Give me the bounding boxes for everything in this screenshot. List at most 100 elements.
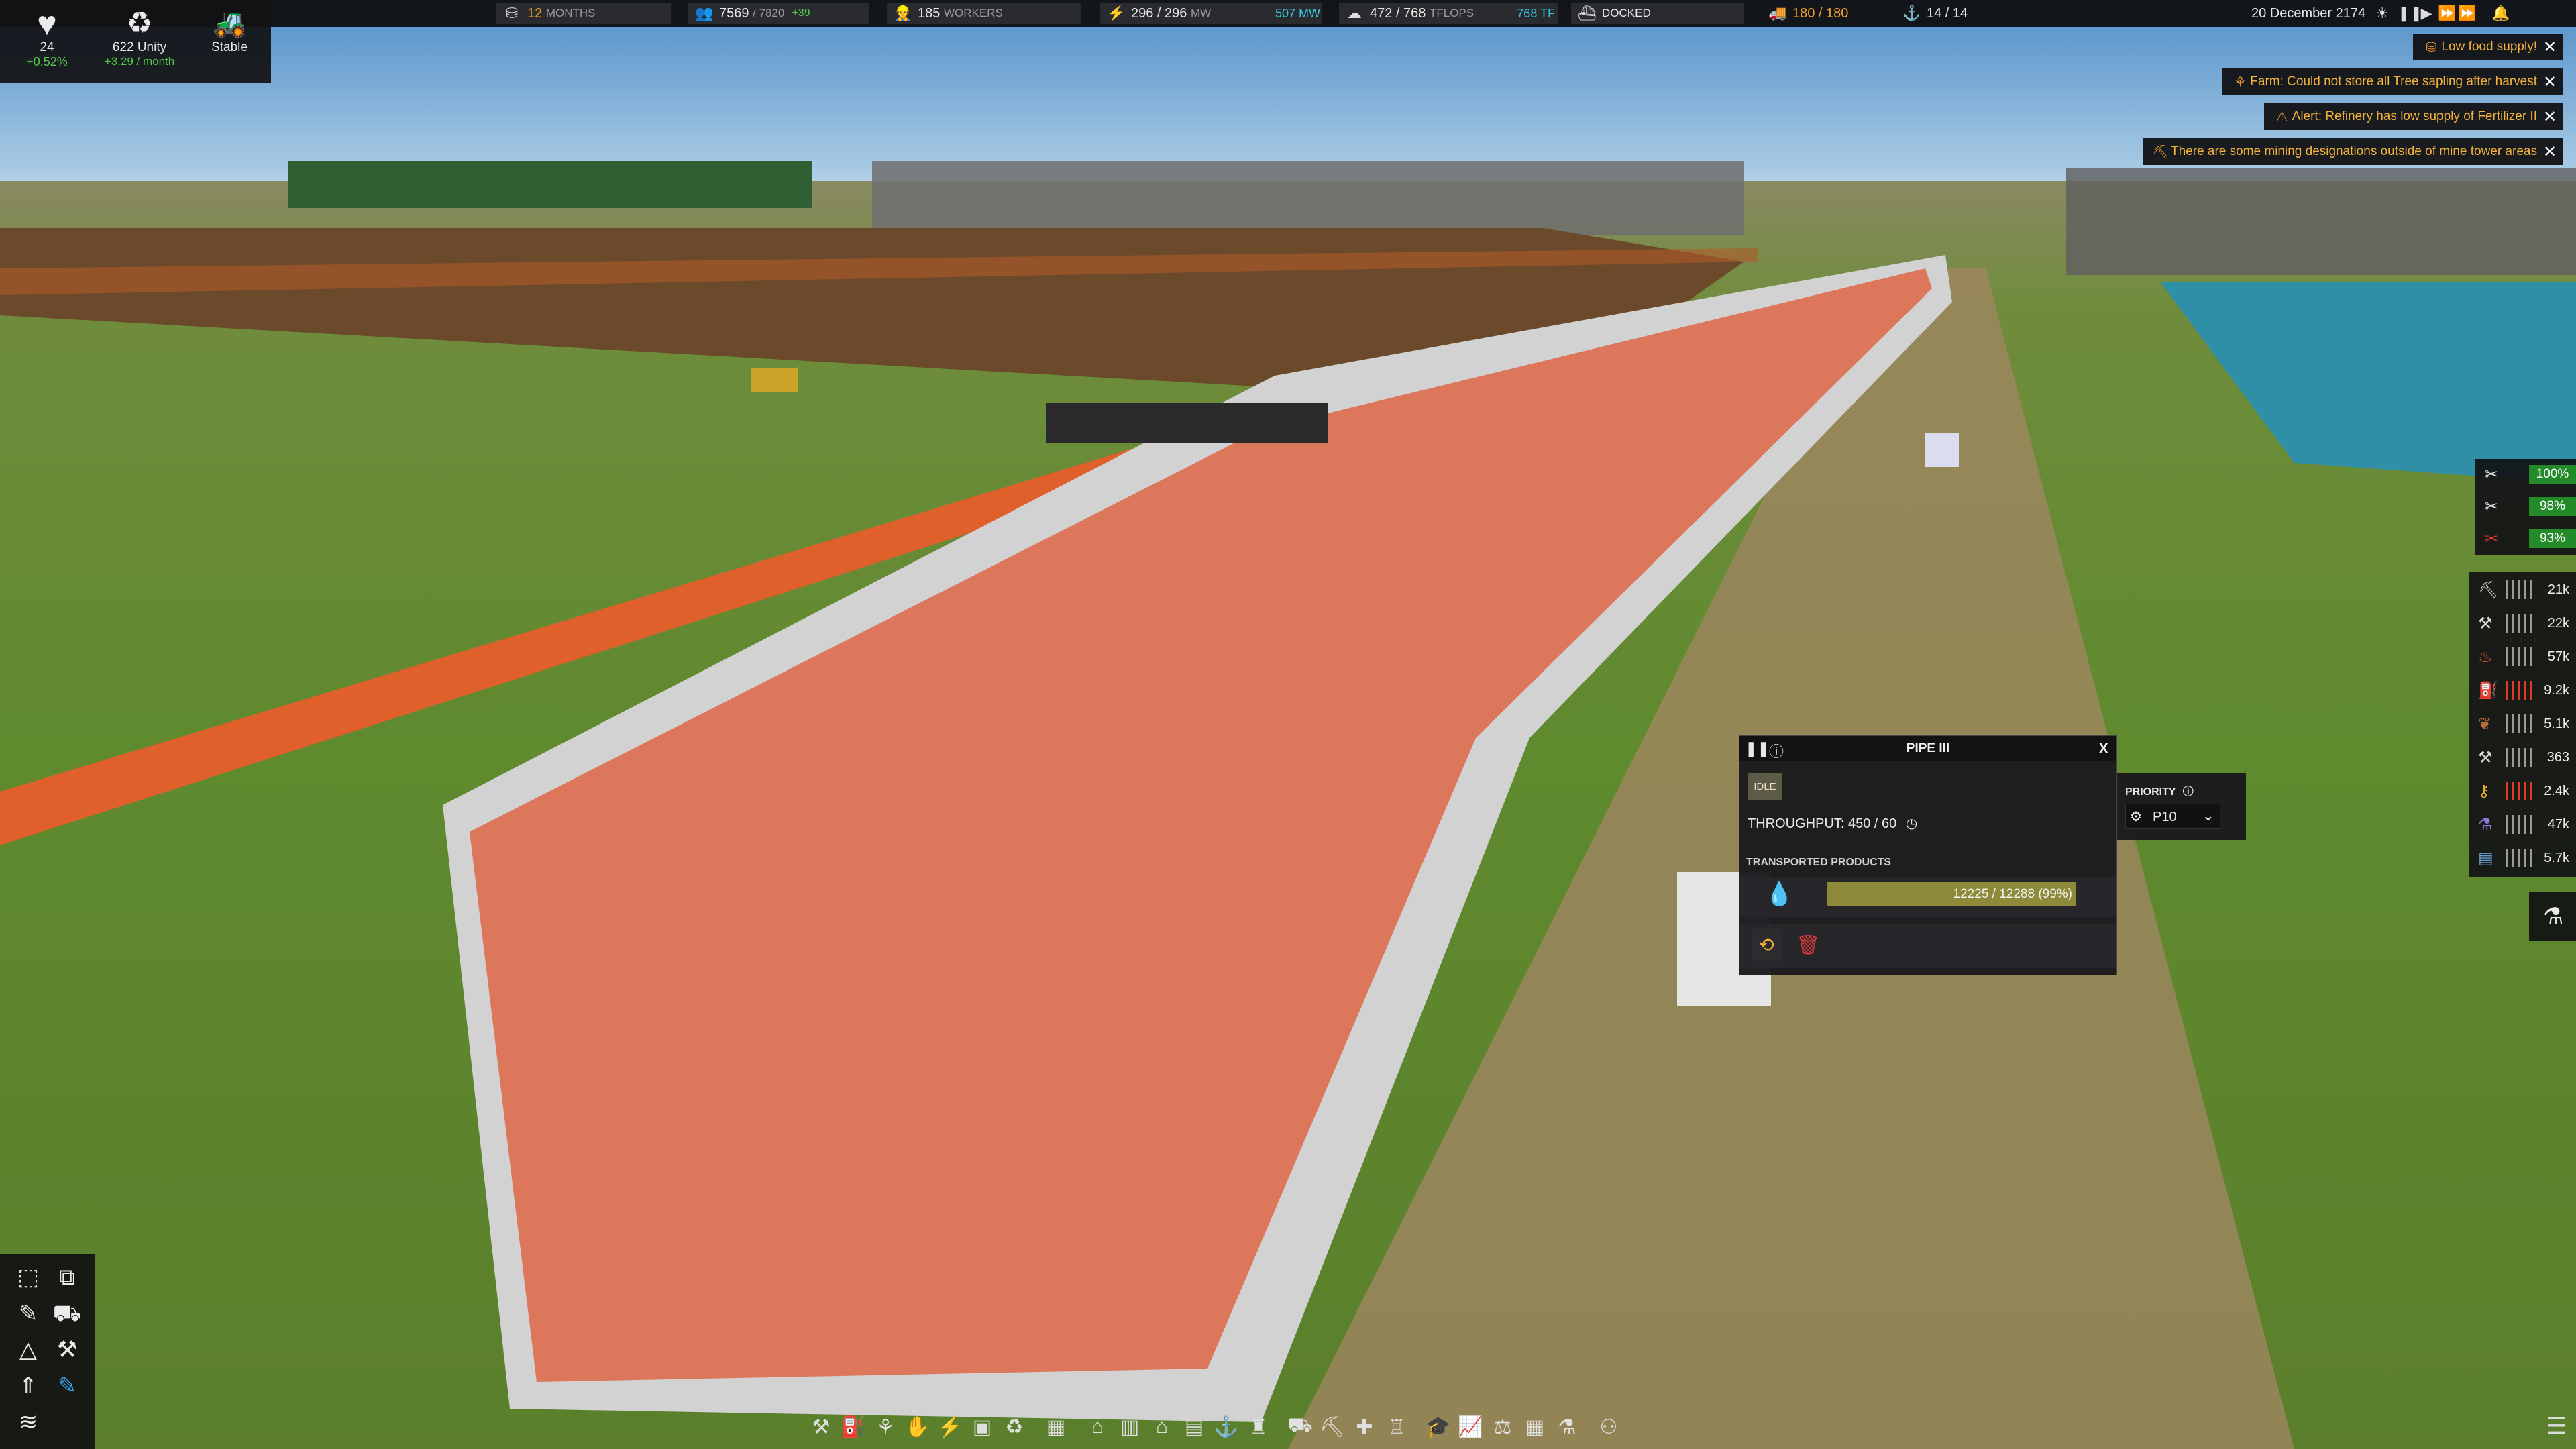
hammer-icon: ⚒	[2478, 748, 2493, 767]
tower-tool-icon[interactable]: ♖	[1381, 1415, 1413, 1439]
resource-row[interactable]: ⛽ 9.2k	[2469, 675, 2576, 706]
fuel-icon: ⛽	[2478, 681, 2498, 700]
resources-panel: ⛏ 21k ⚒ 22k ♨ 57k ⛽ 9.2k ❦ 5.1k ⚒ 363 ⚷ 2.4k ⚗ 4…	[2469, 572, 2576, 877]
stability-stat[interactable]: 🚜 Stable	[189, 7, 270, 55]
bell-icon[interactable]: 🔔	[2491, 5, 2510, 22]
gold-key-icon: ⚷	[2478, 782, 2490, 800]
calculator-icon[interactable]: ▦	[1519, 1415, 1551, 1439]
alert-text: There are some mining designations outsi…	[2170, 144, 2537, 158]
maintenance-value: 100%	[2529, 465, 2576, 484]
shapes-icon[interactable]: △	[9, 1332, 47, 1367]
copy-icon[interactable]: ⧉	[48, 1260, 86, 1295]
mining-tool-icon[interactable]: ⚒	[805, 1415, 837, 1439]
health-change: +0.52%	[26, 55, 68, 68]
power-tool-icon[interactable]: ⚡	[934, 1415, 966, 1439]
storage-tool-icon[interactable]: ▣	[966, 1415, 998, 1439]
maintenance-row[interactable]: ✂ 98%	[2475, 491, 2576, 522]
alert-farm[interactable]: ⚘ Farm: Could not store all Tree sapling…	[2222, 68, 2563, 95]
layers-icon[interactable]: ≋	[9, 1405, 47, 1440]
resource-row[interactable]: ⚷ 2.4k	[2469, 775, 2576, 806]
vehicle-tractor[interactable]	[751, 368, 798, 392]
lightning-icon: ⚡	[1107, 5, 1126, 21]
recycle-tool-icon[interactable]: ♻	[998, 1415, 1030, 1439]
close-icon[interactable]: ✕	[2537, 142, 2563, 162]
left-toolbar: ⬚ ⧉ ✎ ⛟ △ ⚒ ⇑ ✎ ≋	[0, 1254, 95, 1449]
resource-row[interactable]: ⚒ 22k	[2469, 608, 2576, 639]
stats-icon[interactable]: 📈	[1454, 1415, 1487, 1439]
monument-tool-icon[interactable]: ♜	[1242, 1415, 1275, 1439]
alert-refinery[interactable]: ⚠ Alert: Refinery has low supply of Fert…	[2263, 103, 2563, 130]
flask-icon[interactable]: ⚗	[1551, 1415, 1583, 1439]
farm-icon: ⚘	[2234, 74, 2247, 90]
resource-value: 5.1k	[2544, 716, 2569, 731]
maintenance-panel: ✂ 100% ✂ 98% ✂ 93%	[2475, 459, 2576, 555]
food-stat[interactable]: ⛁ 12 MONTHS	[503, 0, 596, 27]
info-icon[interactable]: ⓘ	[2183, 786, 2194, 798]
crew-stat[interactable]: ⚓ 14 / 14	[1902, 0, 1968, 27]
workers-stat[interactable]: 👷 185 WORKERS	[894, 0, 1003, 27]
alert-text: Low food supply!	[2441, 40, 2537, 54]
tree-tool-icon[interactable]: ✚	[1348, 1415, 1381, 1439]
fast-forward-icon[interactable]: ⏩	[2438, 5, 2456, 22]
pipette-icon[interactable]: ⚗	[2534, 899, 2572, 934]
population-change: +39	[792, 7, 810, 19]
compute-value: 472 / 768	[1370, 5, 1426, 21]
vehicle-small[interactable]	[1925, 433, 1959, 467]
resource-row[interactable]: ❦ 5.1k	[2469, 708, 2576, 739]
fastest-forward-icon[interactable]: ⏩	[2458, 5, 2476, 22]
unity-stat[interactable]: ♻ 622 Unity +3.29 / month	[99, 7, 180, 68]
alert-low-food[interactable]: ⛁ Low food supply! ✕	[2413, 34, 2563, 60]
sun-icon[interactable]: ☀	[2373, 5, 2391, 22]
ship-tool-icon[interactable]: ⚓	[1210, 1415, 1242, 1439]
pipette-icon[interactable]: ✎	[9, 1296, 47, 1331]
swap-icon[interactable]: ⟲	[1752, 929, 1781, 961]
vehicle-tool-icon[interactable]: ⛟	[1284, 1414, 1316, 1440]
close-icon[interactable]: ✕	[2537, 72, 2563, 92]
resource-row[interactable]: ⚒ 363	[2469, 742, 2576, 773]
trash-icon[interactable]: 🗑	[1793, 929, 1823, 961]
farm-tool-icon[interactable]: ⚘	[869, 1415, 902, 1439]
excavator-tool-icon[interactable]: ⛏	[1316, 1415, 1348, 1439]
refinery-tool-icon[interactable]: ⚒	[48, 1332, 86, 1367]
bulldozer-icon[interactable]: ⛟	[48, 1296, 86, 1331]
play-icon[interactable]: ▶	[2418, 5, 2435, 22]
maintenance-row[interactable]: ✂ 100%	[2475, 459, 2576, 490]
power-stat[interactable]: ⚡ 296 / 296 MW 507 MW	[1107, 0, 1320, 27]
edit-icon[interactable]: ✎	[48, 1368, 86, 1403]
balance-icon[interactable]: ⚖	[1487, 1415, 1519, 1439]
menu-icon[interactable]: ☰	[2546, 1413, 2567, 1440]
pause-icon[interactable]: ❚❚	[2398, 5, 2422, 22]
transport-tool-icon[interactable]: ▦	[1040, 1415, 1072, 1439]
ship-crew-icon: ⚓	[1902, 5, 1921, 21]
resource-row[interactable]: ⛏ 21k	[2469, 574, 2576, 605]
alert-mining[interactable]: ⛏ There are some mining designations out…	[2142, 138, 2563, 165]
population-stat[interactable]: 👥 7569 / 7820 +39	[695, 0, 810, 27]
tools-icon: ✂	[2485, 465, 2499, 484]
upgrade-icon[interactable]: ⇑	[9, 1368, 47, 1403]
resource-bars	[2506, 815, 2536, 834]
ship-stat[interactable]: ⛴ DOCKED	[1578, 0, 1651, 27]
water-drop-icon: 💧	[1765, 881, 1794, 907]
close-icon[interactable]: ✕	[2537, 107, 2563, 127]
status-badge: IDLE	[1748, 773, 1782, 800]
population-tool-icon[interactable]: ⚇	[1593, 1415, 1625, 1439]
select-icon[interactable]: ⬚	[9, 1260, 47, 1295]
game-viewport[interactable]	[0, 0, 2576, 1449]
hand-tool-icon[interactable]: ✋	[902, 1415, 934, 1439]
building-tool-icon[interactable]: ▥	[1114, 1415, 1146, 1439]
close-button[interactable]: X	[2098, 740, 2108, 757]
research-icon[interactable]: 🎓	[1422, 1415, 1454, 1439]
housing-tool-icon[interactable]: ⌂	[1146, 1415, 1178, 1438]
health-stat[interactable]: ♥ 24 +0.52%	[7, 7, 87, 69]
warehouse-tool-icon[interactable]: ▤	[1178, 1415, 1210, 1439]
compute-stat[interactable]: ☁ 472 / 768 TFLOPS 768 TF	[1346, 0, 1555, 27]
vehicles-stat[interactable]: 🚚 180 / 180	[1768, 0, 1848, 27]
maintenance-row[interactable]: ✂ 93%	[2475, 523, 2576, 554]
close-icon[interactable]: ✕	[2537, 38, 2563, 57]
resource-row[interactable]: ▤ 5.7k	[2469, 843, 2576, 873]
priority-select[interactable]: ⚙ P10 ⌄	[2125, 804, 2220, 829]
oil-tool-icon[interactable]: ⛽	[837, 1415, 869, 1439]
factory-tool-icon[interactable]: ⌂	[1081, 1415, 1114, 1438]
resource-row[interactable]: ♨ 57k	[2469, 641, 2576, 672]
resource-row[interactable]: ⚗ 47k	[2469, 809, 2576, 840]
